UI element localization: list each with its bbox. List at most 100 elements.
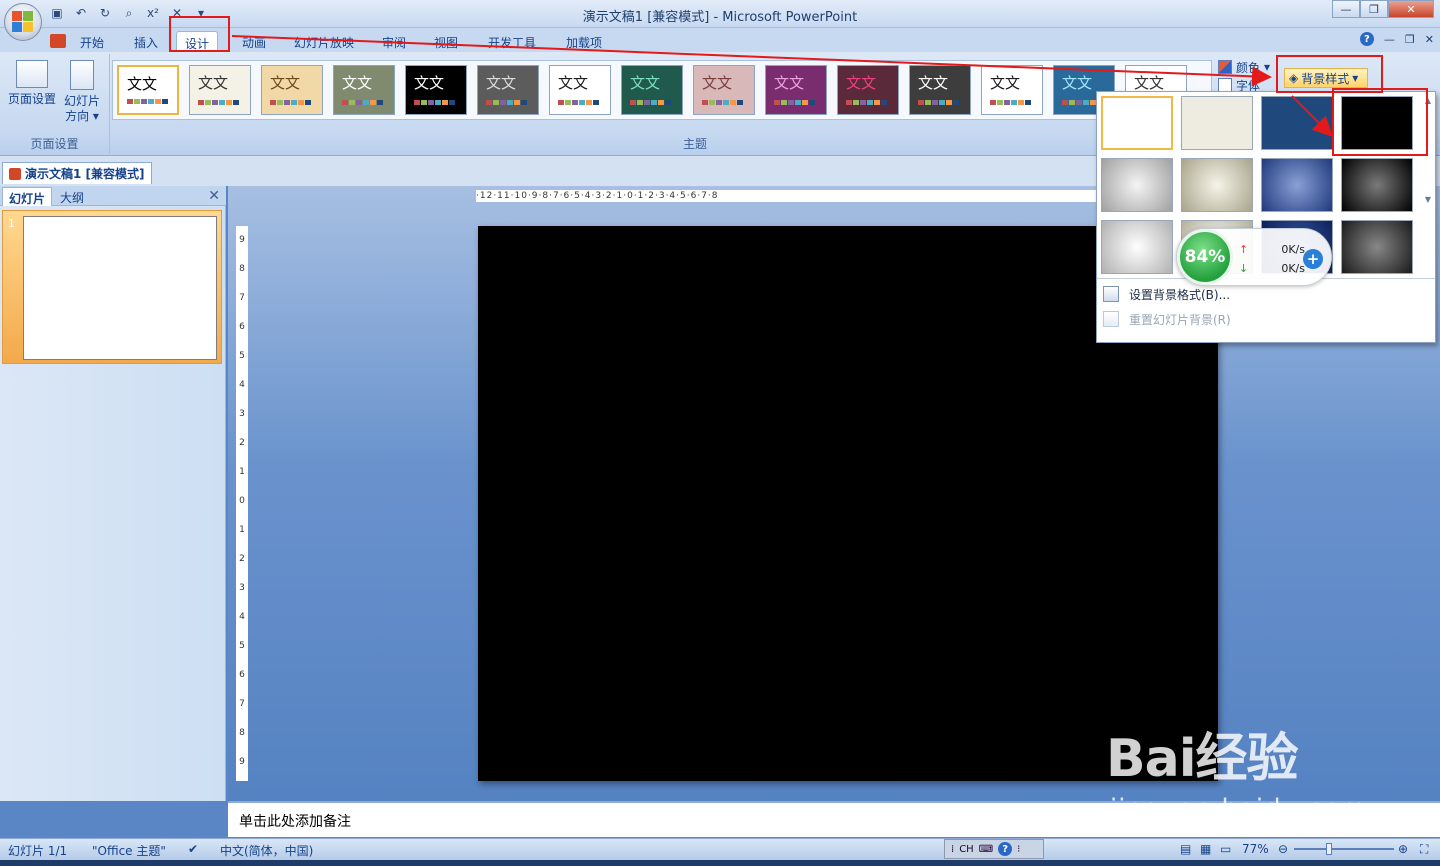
network-speed-widget[interactable]: 84% ↑ 0K/s ↓ 0K/s + [1176, 228, 1332, 286]
background-style-swatch[interactable] [1341, 96, 1413, 150]
theme-color-bars [846, 100, 887, 105]
ime-toolbar[interactable]: ⁞ CH ⌨ ? ⁝ [944, 839, 1044, 859]
ime-menu-icon[interactable]: ⁝ [1017, 844, 1020, 855]
plus-icon[interactable]: + [1303, 249, 1323, 269]
minimize-ribbon-icon[interactable]: — [1384, 33, 1395, 46]
themes-gallery: 文文 文文 文文 文文 文文 文文 文文 文文 文文 文文 文文 文文 文文 文文 文文 [112, 60, 1212, 120]
background-style-swatch[interactable] [1101, 220, 1173, 274]
theme-thumbnail[interactable]: 文文 [621, 65, 683, 115]
colors-button[interactable]: 颜色 ▾ [1218, 58, 1270, 76]
tab-review[interactable]: 审阅 [374, 31, 414, 52]
fit-to-window-icon[interactable]: ⛶ [1420, 842, 1428, 857]
tab-design[interactable]: 设计 [176, 31, 219, 52]
theme-thumbnail[interactable]: 文文 [981, 65, 1043, 115]
ruler-tick-label: 8 [239, 264, 245, 274]
restore-button[interactable]: ❐ [1360, 0, 1388, 18]
background-style-swatch[interactable] [1261, 96, 1333, 150]
background-styles-button[interactable]: ◈ 背景样式 ▾ [1284, 68, 1368, 88]
app-icon [50, 34, 66, 48]
tab-home[interactable]: 开始 [72, 31, 112, 52]
zoom-slider-thumb[interactable] [1326, 843, 1332, 855]
tab-addins[interactable]: 加载项 [558, 31, 610, 52]
background-style-swatch[interactable] [1181, 96, 1253, 150]
minimize-button[interactable]: — [1332, 0, 1360, 18]
zoom-level[interactable]: 77% [1242, 842, 1269, 856]
ruler-tick-label: 3 [239, 583, 245, 593]
download-arrow-icon: ↓ [1239, 262, 1249, 275]
ime-lang: CH [959, 843, 974, 855]
keyboard-icon[interactable]: ⌨ [979, 844, 993, 855]
tab-animations[interactable]: 动画 [234, 31, 274, 52]
format-background-item[interactable]: 设置背景格式(B)... [1103, 284, 1230, 304]
tab-insert[interactable]: 插入 [126, 31, 166, 52]
theme-sample-text: 文文 [198, 74, 229, 92]
theme-color-bars [918, 100, 959, 105]
theme-thumbnail[interactable]: 文文 [117, 65, 179, 115]
tab-view[interactable]: 视图 [426, 31, 466, 52]
theme-thumbnail[interactable]: 文文 [405, 65, 467, 115]
ime-help-icon[interactable]: ? [998, 842, 1013, 856]
ruler-tick-label: 7 [239, 293, 245, 303]
ruler-tick-label: 6 [239, 322, 245, 332]
office-button[interactable] [4, 3, 42, 41]
ruler-tick-label: 5 [239, 351, 245, 361]
close-icon[interactable]: ✕ [208, 188, 220, 204]
background-style-swatch[interactable] [1101, 96, 1173, 150]
theme-thumbnail[interactable]: 文文 [333, 65, 395, 115]
title-bar: ▣ ↶ ↻ ⌕ x² ✕ ▾ 演示文稿1 [兼容模式] - Microsoft … [0, 0, 1440, 28]
theme-thumbnail[interactable]: 文文 [837, 65, 899, 115]
document-tab[interactable]: 演示文稿1 [兼容模式] [2, 162, 152, 184]
close-doc-icon[interactable]: ✕ [1425, 33, 1434, 46]
theme-sample-text: 文文 [127, 75, 158, 93]
background-style-swatch[interactable] [1101, 158, 1173, 212]
theme-color-bars [414, 100, 455, 105]
restore-doc-icon[interactable]: ❐ [1405, 33, 1415, 46]
tab-slides[interactable]: 幻灯片 [2, 187, 53, 206]
slide-thumbnail[interactable] [23, 216, 217, 360]
theme-thumbnail[interactable]: 文文 [549, 65, 611, 115]
zoom-out-icon[interactable]: ⊖ [1278, 842, 1288, 856]
zoom-in-icon[interactable]: ⊕ [1398, 842, 1408, 856]
background-style-swatch[interactable] [1181, 158, 1253, 212]
theme-color-bars [558, 100, 599, 105]
theme-thumbnail[interactable]: 文文 [477, 65, 539, 115]
reset-background-item[interactable]: 重置幻灯片背景(R) [1103, 309, 1231, 329]
fonts-icon [1218, 78, 1232, 92]
theme-thumbnail[interactable]: 文文 [261, 65, 323, 115]
notes-placeholder: 单击此处添加备注 [239, 814, 351, 830]
background-style-swatch[interactable] [1341, 158, 1413, 212]
ruler-tick-label: 8 [239, 728, 245, 738]
tab-developer[interactable]: 开发工具 [480, 31, 544, 52]
slideshow-view-icon[interactable]: ▭ [1220, 842, 1231, 856]
zoom-slider[interactable] [1294, 848, 1394, 850]
taskbar-strip [0, 860, 1440, 866]
slide-sorter-view-icon[interactable]: ▦ [1200, 842, 1211, 856]
normal-view-icon[interactable]: ▤ [1180, 842, 1191, 856]
ruler-tick-label: 2 [239, 438, 245, 448]
theme-sample-text: 文文 [486, 74, 517, 92]
theme-color-bars [127, 99, 168, 104]
theme-thumbnail[interactable]: 文文 [693, 65, 755, 115]
page-setup-button[interactable]: 页面设置 [6, 60, 58, 107]
spelling-check-icon[interactable]: ✔ [188, 842, 198, 856]
background-style-swatch[interactable] [1261, 158, 1333, 212]
theme-thumbnail[interactable]: 文文 [189, 65, 251, 115]
theme-thumbnail[interactable]: 文文 [909, 65, 971, 115]
tab-slideshow[interactable]: 幻灯片放映 [286, 31, 362, 52]
theme-sample-text: 文文 [1134, 74, 1165, 92]
close-button[interactable]: ✕ [1388, 0, 1434, 18]
slide-thumbnail-row[interactable]: 1 [2, 210, 222, 364]
language-indicator[interactable]: 中文(简体，中国) [220, 842, 313, 859]
dropdown-scrollbar[interactable]: ▲ ▼ [1423, 96, 1433, 276]
office-logo-icon [12, 11, 34, 33]
colors-icon [1218, 60, 1232, 74]
help-icon[interactable]: ? [1359, 32, 1374, 46]
vertical-ruler: 9 8 7 6 5 4 3 2 1 0 1 2 3 4 5 6 7 8 9 [236, 226, 248, 781]
ruler-tick-label: 2 [239, 554, 245, 564]
background-style-swatch[interactable] [1341, 220, 1413, 274]
theme-sample-text: 文文 [342, 74, 373, 92]
slide-orientation-button[interactable]: 幻灯片 方向 ▾ [56, 60, 108, 124]
window-title: 演示文稿1 [兼容模式] - Microsoft PowerPoint [582, 10, 858, 25]
tab-outline[interactable]: 大纲 [54, 187, 90, 206]
theme-thumbnail[interactable]: 文文 [765, 65, 827, 115]
